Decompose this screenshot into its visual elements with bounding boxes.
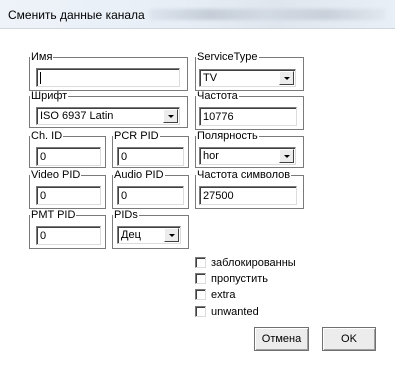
title-bar-blurred-area — [150, 9, 385, 20]
name-label: Имя — [31, 51, 53, 63]
checkbox-blocked-label: заблокированны — [211, 257, 296, 269]
ch-id-label: Ch. ID — [31, 130, 63, 142]
audio-pid-label: Audio PID — [114, 169, 164, 181]
font-label: Шрифт — [31, 90, 68, 102]
ch-id-input[interactable]: 0 — [36, 147, 101, 166]
checkbox-box[interactable] — [195, 257, 206, 268]
window-title: Сменить данные канала — [8, 8, 145, 22]
video-pid-label: Video PID — [31, 169, 81, 181]
ok-button[interactable]: OK — [322, 327, 376, 351]
checkbox-box[interactable] — [195, 273, 206, 284]
service-type-value: TV — [203, 72, 218, 84]
title-bar[interactable]: Сменить данные канала — [0, 0, 395, 29]
text-caret — [40, 72, 41, 84]
service-type-label: ServiceType — [197, 51, 258, 63]
font-select[interactable]: ISO 6937 Latin — [36, 107, 180, 125]
audio-pid-input[interactable]: 0 — [117, 186, 184, 205]
chevron-down-icon[interactable] — [279, 149, 294, 163]
pcr-pid-input[interactable]: 0 — [117, 147, 184, 166]
font-value: ISO 6937 Latin — [40, 110, 114, 122]
checkbox-box[interactable] — [195, 289, 206, 300]
checkbox-box[interactable] — [195, 306, 206, 317]
name-input[interactable] — [36, 68, 180, 87]
cancel-button[interactable]: Отмена — [254, 327, 309, 351]
service-type-select[interactable]: TV — [199, 69, 296, 87]
pids-value: Дец — [121, 229, 141, 241]
frequency-label: Частота — [197, 90, 238, 102]
polarity-select[interactable]: hor — [199, 147, 296, 165]
chevron-down-icon[interactable] — [164, 228, 179, 242]
chevron-down-icon[interactable] — [279, 71, 294, 85]
pids-select[interactable]: Дец — [117, 226, 181, 244]
pids-label: PIDs — [114, 209, 138, 221]
pmt-pid-label: PMT PID — [31, 209, 76, 221]
video-pid-input[interactable]: 0 — [36, 186, 101, 205]
pcr-pid-label: PCR PID — [114, 130, 159, 142]
polarity-label: Полярность — [197, 130, 258, 142]
symbol-rate-input[interactable]: 27500 — [199, 186, 297, 205]
frequency-input[interactable]: 10776 — [199, 107, 297, 126]
checkbox-unwanted-label: unwanted — [211, 306, 259, 318]
dialog-client-area: Имя ServiceType TV Шрифт ISO 6937 Latin … — [6, 29, 387, 359]
chevron-down-icon[interactable] — [163, 109, 178, 123]
symbol-rate-label: Частота символов — [197, 169, 291, 181]
pmt-pid-input[interactable]: 0 — [36, 226, 101, 245]
checkbox-extra-label: extra — [211, 289, 236, 301]
checkbox-skip-label: пропустить — [211, 273, 268, 285]
polarity-value: hor — [203, 150, 219, 162]
